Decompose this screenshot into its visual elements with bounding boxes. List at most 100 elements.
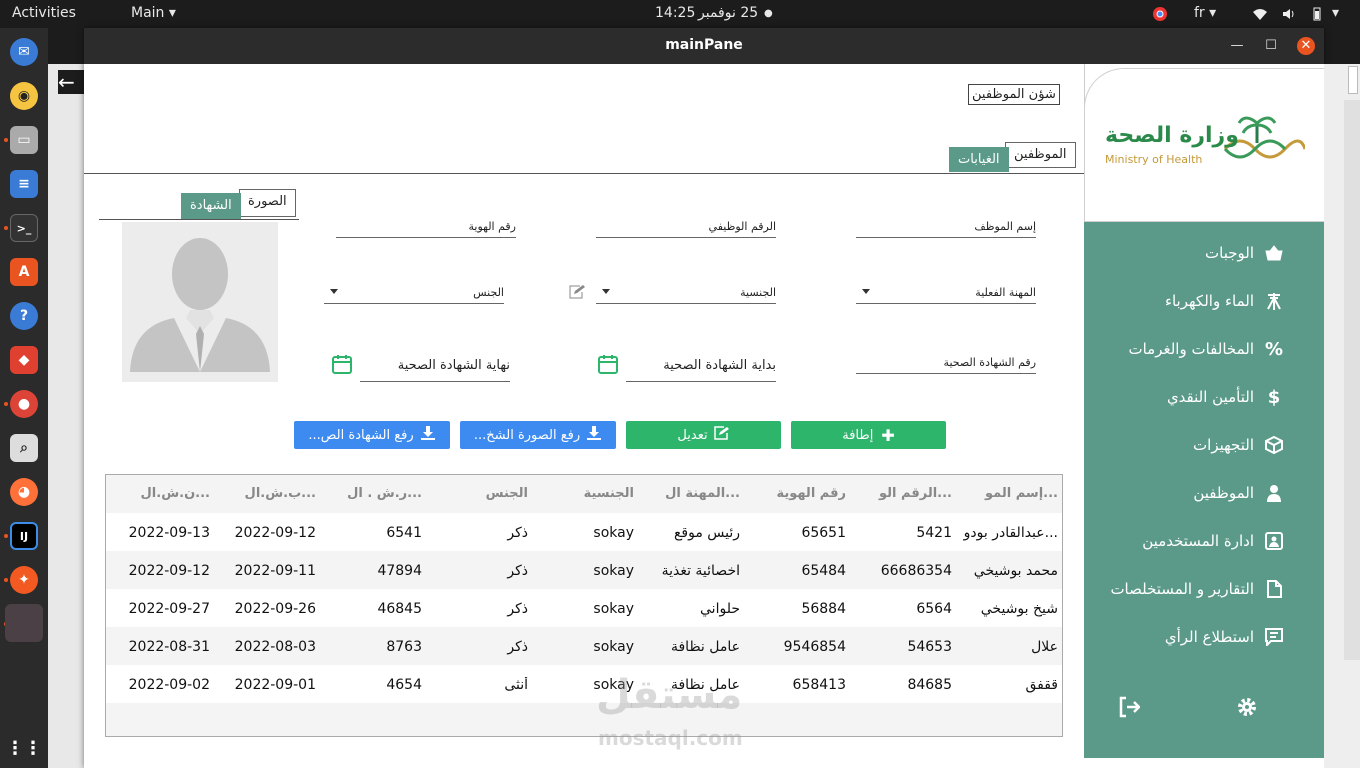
column-header-id-number[interactable]: رقم الهوية [756,486,846,501]
wifi-icon[interactable] [1252,6,1268,22]
sidebar-item-label: استطلاع الرأي [1164,628,1254,646]
rhythmbox-icon[interactable]: ◉ [10,82,38,110]
column-header-gender[interactable]: الجنس [438,486,528,501]
column-header-cert-start[interactable]: ب.ش.ال... [226,486,316,501]
column-header-nationality[interactable]: الجنسية [544,486,634,501]
table-cell: 6541 [386,525,422,541]
sidebar-item-meals[interactable]: الوجبات [1205,241,1284,265]
sidebar-item-cash-insurance[interactable]: $ التأمين النقدي [1167,385,1284,409]
cert-number-field[interactable]: رقم الشهادة الصحية [856,350,1036,374]
files-icon[interactable]: ▭ [10,126,38,154]
table-cell: ذكر [507,601,528,617]
logo-english-text: Ministry of Health [1105,153,1203,166]
language-indicator[interactable]: fr ▾ [1194,5,1216,21]
table-cell: sokay [593,525,634,541]
background-window-edge [48,28,84,768]
chrome-icon[interactable]: ● [10,390,38,418]
column-header-cert-end[interactable]: ن.ش.ال... [120,486,210,501]
background-scrollbar [1344,100,1360,660]
date[interactable]: 25 نوفمبر [698,5,758,21]
tab-photo[interactable]: الصورة [239,189,296,217]
table-row[interactable]: عبدالقادر بودو... 5421 65651 رئيس موقع sokay… [106,513,1062,551]
edit-nationality-icon[interactable] [568,284,586,304]
table-cell: 65484 [801,563,846,579]
close-button[interactable]: ✕ [1297,37,1315,55]
terminal-icon[interactable]: >_ [10,214,38,242]
window-titlebar[interactable]: mainPane — ☐ ✕ [84,28,1324,64]
sidebar-item-reports[interactable]: التقارير و المستخلصات [1110,577,1284,601]
employees-table[interactable]: إسم المو... الرقم الو... رقم الهوية المه… [105,474,1063,737]
app-menu[interactable]: Main ▾ [131,5,176,21]
edit-icon [713,426,730,444]
sidebar-item-label: الماء والكهرباء [1164,292,1254,310]
chrome-indicator-icon[interactable] [1152,6,1168,22]
sidebar-item-water-electricity[interactable]: الماء والكهرباء [1165,289,1284,313]
java-app-icon[interactable] [5,604,43,642]
employee-name-field[interactable]: إسم الموظف [856,214,1036,238]
upload-certificate-button[interactable]: رفع الشهادة الص... [294,421,450,449]
edit-button[interactable]: تعديل [626,421,781,449]
system-menu-arrow-icon[interactable]: ▾ [1332,5,1339,21]
cert-start-date-field[interactable]: بداية الشهادة الصحية [626,352,776,382]
postman-icon[interactable]: ✦ [10,566,38,594]
actual-job-select[interactable]: المهنة الفعلية [856,280,1036,304]
show-apps-icon[interactable]: ⋮⋮ [6,734,42,762]
settings-gear-icon[interactable] [1236,696,1258,722]
logout-icon[interactable] [1118,696,1141,722]
upload-photo-label: رفع الصورة الشخ... [473,427,581,443]
back-arrow-icon[interactable]: ← [58,70,84,94]
maximize-button[interactable]: ☐ [1262,37,1280,55]
calendar-icon[interactable] [332,354,352,378]
table-cell: ذكر [507,639,528,655]
clock[interactable]: 14:25 [655,5,695,21]
volume-icon[interactable] [1281,6,1297,22]
sidebar-item-survey[interactable]: استطلاع الرأي [1165,625,1284,649]
writer-icon[interactable]: ≡ [10,170,38,198]
intellij-icon[interactable]: IJ [10,522,38,550]
sidebar-item-equipment[interactable]: التجهيزات [1193,433,1284,457]
watermark-arabic: مستقل [596,672,743,718]
table-row[interactable]: شيخ بوشيخي 6564 56884 حلواني sokay ذكر 46845 20… [106,589,1062,627]
gender-select[interactable]: الجنس [324,280,504,304]
tab-absences[interactable]: الغيابات [949,147,1009,172]
table-row[interactable]: ققفق 84685 658413 عامل نظافة sokay أنثى 4654 20… [106,665,1062,703]
battery-icon[interactable] [1309,6,1325,22]
table-cell: ققفق [1025,677,1058,693]
column-header-cert-number[interactable]: ر.ش . ال... [332,486,422,501]
thunderbird-icon[interactable]: ✉ [10,38,38,66]
help-icon[interactable]: ? [10,302,38,330]
firefox-icon[interactable]: ◕ [10,478,38,506]
nationality-select[interactable]: الجنسية [596,280,776,304]
table-cell: 2022-09-12 [234,525,316,541]
cert-end-date-field[interactable]: نهاية الشهادة الصحية [360,352,510,382]
table-cell: اخصائية تغذية [661,563,740,579]
job-number-field[interactable]: الرقم الوظيفي [596,214,776,238]
minimize-button[interactable]: — [1228,37,1246,55]
calendar-icon[interactable] [598,354,618,378]
anydesk-icon[interactable]: ◆ [10,346,38,374]
column-header-name[interactable]: إسم المو... [968,486,1058,501]
sidebar-item-employees[interactable]: الموظفين [1193,481,1284,505]
chevron-down-icon [602,289,610,294]
table-cell: محمد بوشيخي [973,563,1058,579]
sidebar-item-label: التأمين النقدي [1166,388,1254,406]
column-header-job[interactable]: المهنة ال... [645,486,740,501]
dock: ✉ ◉ ▭ ≡ >_ A ? ◆ ● ⌕ ◕ IJ ✦ ⋮⋮ [0,28,48,768]
running-indicator [4,226,8,230]
activities-button[interactable]: Activities [12,5,76,21]
sidebar-item-user-management[interactable]: ادارة المستخدمين [1142,529,1284,553]
table-row[interactable]: محمد بوشيخي 66686354 65484 اخصائية تغذية sok… [106,551,1062,589]
tab-certificate[interactable]: الشهادة [181,193,241,219]
software-icon[interactable]: A [10,258,38,286]
sidebar-item-violations[interactable]: % المخالفات والغرمات [1128,337,1284,361]
column-header-job-number[interactable]: الرقم الو... [862,486,952,501]
id-number-field[interactable]: رقم الهوية [336,214,516,238]
table-row[interactable]: علال 54653 9546854 عامل نظافة sokay ذكر 8763 20… [106,627,1062,665]
table-cell: 84685 [907,677,952,693]
upload-photo-button[interactable]: رفع الصورة الشخ... [460,421,616,449]
box-icon [1264,435,1284,455]
photo-tabs-divider [99,219,299,220]
add-button[interactable]: ✚ إطافة [791,421,946,449]
tab-employees[interactable]: الموظفين [1005,142,1076,168]
search-app-icon[interactable]: ⌕ [10,434,38,462]
